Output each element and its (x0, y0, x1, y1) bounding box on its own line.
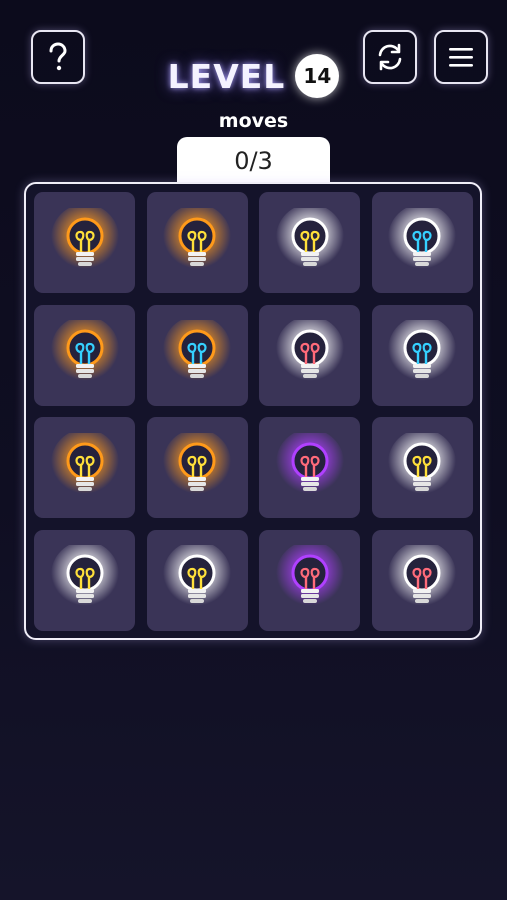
light-bulb-icon (50, 207, 119, 272)
light-bulb-icon (275, 320, 344, 384)
bulb-tile[interactable] (371, 417, 473, 518)
bulb-tile[interactable] (146, 192, 248, 293)
light-bulb-icon (50, 320, 119, 384)
bulb-tile[interactable] (34, 417, 135, 518)
light-bulb-icon (163, 320, 231, 384)
level-number-badge: 14 (295, 54, 340, 98)
bulb-tile[interactable] (146, 417, 248, 518)
light-bulb-icon (163, 432, 231, 497)
bulb-tile[interactable] (146, 529, 248, 631)
moves-label: moves (218, 110, 289, 132)
moves-counter: 0/3 (177, 137, 330, 185)
bulb-tile[interactable] (371, 304, 473, 406)
light-bulb-icon (388, 545, 456, 609)
hamburger-menu-icon (449, 48, 473, 67)
menu-button[interactable] (434, 30, 488, 84)
light-bulb-icon (163, 207, 231, 272)
bulb-tile[interactable] (146, 304, 248, 406)
bulb-tile[interactable] (259, 417, 360, 518)
light-bulb-icon (275, 545, 344, 609)
level-indicator: LEVEL 14 (0, 54, 507, 98)
bulb-tile[interactable] (259, 529, 360, 631)
game-board (24, 182, 482, 640)
light-bulb-icon (388, 432, 456, 497)
bulb-tile[interactable] (259, 304, 360, 406)
light-bulb-icon (50, 545, 119, 609)
bulb-tile[interactable] (371, 529, 473, 631)
light-bulb-icon (388, 207, 456, 272)
bulb-tile[interactable] (34, 529, 135, 631)
light-bulb-icon (275, 432, 344, 497)
light-bulb-icon (163, 545, 231, 609)
light-bulb-icon (275, 207, 344, 272)
restart-button[interactable] (363, 30, 417, 84)
bulb-tile[interactable] (34, 192, 135, 293)
light-bulb-icon (50, 432, 119, 497)
bulb-tile[interactable] (34, 304, 135, 406)
bulb-tile[interactable] (259, 192, 360, 293)
level-label: LEVEL (167, 56, 286, 96)
light-bulb-icon (388, 320, 456, 384)
refresh-icon (378, 43, 402, 71)
bulb-tile[interactable] (371, 192, 473, 293)
